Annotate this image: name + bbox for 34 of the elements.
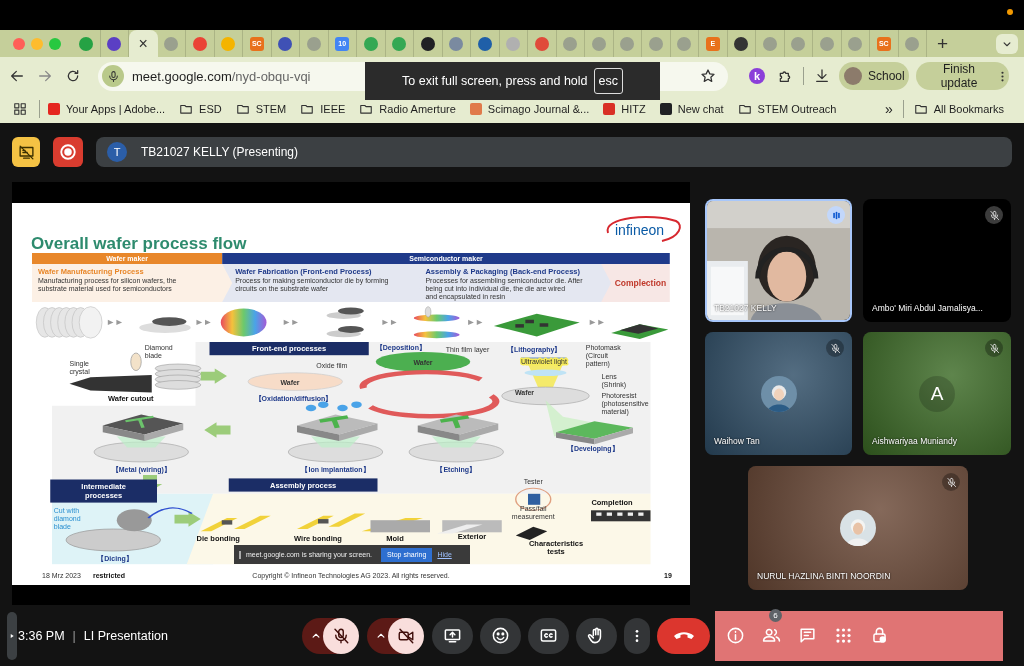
- notice-text: To exit full screen, press and hold: [402, 74, 588, 88]
- participant-name: Waihow Tan: [714, 436, 760, 446]
- participant-name: Ambo' Miri Abdul Jamalisya...: [872, 303, 983, 313]
- bookmark[interactable]: Radio Amerture: [359, 102, 456, 116]
- separator: |: [72, 628, 76, 643]
- presenter-label: TB21027 KELLY (Presenting): [141, 145, 298, 159]
- participant-name: NURUL HAZLINA BINTI NOORDIN: [757, 571, 891, 581]
- bookmark[interactable]: All Bookmarks: [913, 102, 1004, 116]
- company-logo: infineon: [606, 216, 681, 242]
- url-text: meet.google.com/nyd-obqu-vqi: [132, 68, 311, 84]
- bookmark[interactable]: STEM Outreach: [737, 102, 837, 116]
- bookmark[interactable]: IEEE: [300, 102, 346, 116]
- participant-name: TB21027 KELLY: [714, 303, 777, 313]
- clock-time: 3:36 PM: [18, 628, 65, 643]
- slide-title: Overall wafer process flow: [31, 234, 247, 253]
- participant-name: Aishwariyaa Muniandy: [872, 436, 958, 446]
- more-bookmarks-button[interactable]: »: [884, 101, 893, 117]
- bookmark[interactable]: Your Apps | Adobe...: [48, 103, 166, 115]
- step-title: Complection: [614, 278, 667, 288]
- bookmark[interactable]: HITZ: [603, 103, 646, 115]
- count-badge: 6: [769, 608, 782, 622]
- bookmark[interactable]: New chat: [659, 103, 724, 115]
- bookmark[interactable]: Scimago Journal &...: [469, 103, 590, 115]
- meeting-title: LI Presentation: [83, 628, 168, 643]
- browser-tab[interactable]: ×: [129, 30, 158, 57]
- update-button[interactable]: Finish update: [916, 62, 1009, 90]
- key-label: esc: [593, 68, 623, 94]
- avatar: A: [919, 375, 955, 412]
- extension-icon[interactable]: k: [749, 68, 765, 84]
- bookmark[interactable]: ESD: [179, 102, 222, 116]
- new-tab-button[interactable]: +: [937, 32, 949, 55]
- bookmark[interactable]: STEM: [235, 102, 287, 116]
- avatar: T: [107, 142, 127, 162]
- profile-button[interactable]: School: [839, 62, 909, 90]
